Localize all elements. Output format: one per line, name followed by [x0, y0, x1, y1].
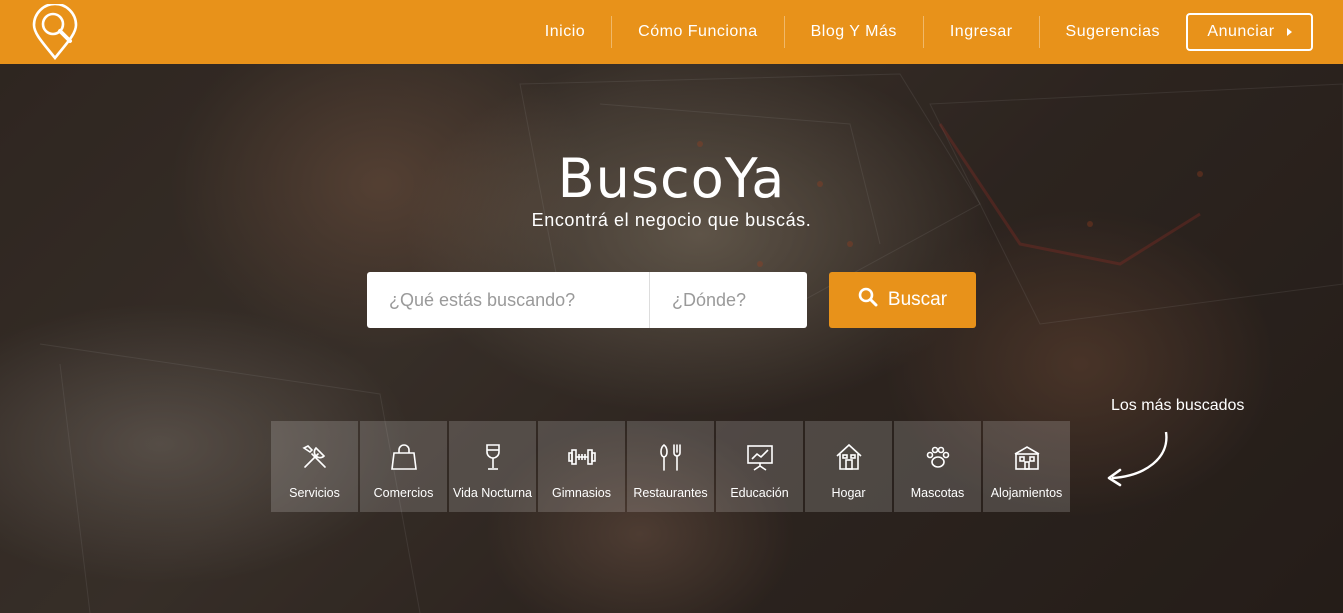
hero-title: BuscoYa: [557, 147, 786, 210]
search-button[interactable]: Buscar: [829, 272, 976, 328]
house-icon: [835, 443, 862, 470]
search-button-label: Buscar: [887, 289, 948, 310]
curved-arrow-icon: [1107, 431, 1168, 487]
category-label: Alojamientos: [990, 486, 1063, 500]
tools-icon: [301, 445, 326, 468]
category-alojamientos[interactable]: Alojamientos: [983, 421, 1070, 512]
nav-sugerencias[interactable]: Sugerencias: [1040, 16, 1186, 48]
dumbbell-icon: [567, 449, 596, 465]
category-label: Servicios: [289, 486, 340, 500]
where-search-input[interactable]: [650, 272, 807, 328]
chalkboard-icon: [746, 445, 773, 471]
hero-subtitle: Encontrá el negocio que buscás.: [531, 210, 812, 230]
category-gimnasios[interactable]: Gimnasios: [538, 421, 625, 512]
search-icon: [858, 287, 878, 313]
hotel-icon: [1014, 446, 1039, 470]
anunciar-label: Anunciar: [1207, 23, 1275, 40]
category-hogar[interactable]: Hogar: [805, 421, 892, 512]
logo-icon[interactable]: [30, 2, 80, 61]
category-bar: Servicios Comercios Vida Nocturna Gimnas…: [271, 421, 1070, 512]
main-nav: Inicio Cómo Funciona Blog Y Más Ingresar…: [519, 0, 1343, 64]
cutlery-icon: [659, 443, 681, 471]
category-educacion[interactable]: Educación: [716, 421, 803, 512]
anunciar-button[interactable]: Anunciar: [1186, 13, 1313, 51]
category-label: Gimnasios: [551, 486, 612, 500]
nav-como-funciona[interactable]: Cómo Funciona: [612, 16, 785, 48]
category-label: Comercios: [373, 486, 434, 500]
nav-blog[interactable]: Blog Y Más: [785, 16, 924, 48]
category-comercios[interactable]: Comercios: [360, 421, 447, 512]
category-vida-nocturna[interactable]: Vida Nocturna: [449, 421, 536, 512]
search-form: [367, 272, 807, 328]
top-navbar: Inicio Cómo Funciona Blog Y Más Ingresar…: [0, 0, 1343, 64]
paw-icon: [926, 446, 949, 468]
what-search-input[interactable]: [367, 272, 650, 328]
category-label: Educación: [730, 486, 789, 500]
category-servicios[interactable]: Servicios: [271, 421, 358, 512]
category-label: Mascotas: [910, 486, 965, 500]
category-mascotas[interactable]: Mascotas: [894, 421, 981, 512]
caret-right-icon: [1286, 28, 1292, 36]
category-restaurantes[interactable]: Restaurantes: [627, 421, 714, 512]
nav-inicio[interactable]: Inicio: [519, 16, 613, 48]
shopping-bag-icon: [390, 444, 417, 470]
category-label: Vida Nocturna: [453, 486, 532, 500]
nav-ingresar[interactable]: Ingresar: [924, 16, 1040, 48]
category-label: Hogar: [831, 486, 866, 500]
wine-glass-icon: [485, 444, 500, 470]
popular-label: Los más buscados: [1111, 397, 1245, 414]
category-label: Restaurantes: [633, 486, 708, 500]
